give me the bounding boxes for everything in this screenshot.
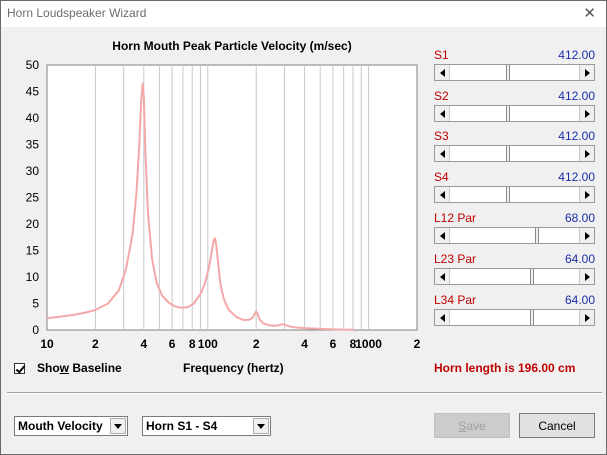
- slider-value: 412.00: [558, 170, 595, 184]
- scroll-right-icon[interactable]: [579, 106, 594, 121]
- x-tick-label: 2: [414, 337, 421, 351]
- scroll-right-icon[interactable]: [579, 146, 594, 161]
- slider-thumb[interactable]: [506, 187, 510, 202]
- x-tick-label: 4: [301, 337, 308, 351]
- show-baseline-checkbox[interactable]: [14, 362, 25, 374]
- wizard-window: Horn Loudspeaker Wizard ✕ Horn Mouth Pea…: [0, 0, 607, 455]
- x-tick-label: 6: [169, 337, 176, 351]
- slider-value: 64.00: [564, 293, 595, 307]
- scroll-right-icon[interactable]: [579, 187, 594, 202]
- slider-track[interactable]: [450, 310, 579, 325]
- slider-label: L34 Par: [434, 293, 477, 307]
- scroll-right-icon[interactable]: [579, 65, 594, 80]
- section-select[interactable]: Horn S1 - S4: [142, 416, 271, 436]
- slider-thumb[interactable]: [506, 146, 510, 161]
- y-tick-label: 30: [26, 164, 40, 178]
- chevron-down-icon[interactable]: [253, 418, 269, 434]
- y-tick-label: 25: [26, 191, 40, 205]
- y-tick-label: 10: [26, 270, 40, 284]
- slider-scrollbar[interactable]: [434, 64, 595, 81]
- slider-track[interactable]: [450, 65, 579, 80]
- scroll-left-icon[interactable]: [435, 269, 450, 284]
- scroll-left-icon[interactable]: [435, 65, 450, 80]
- slider-track[interactable]: [450, 269, 579, 284]
- cancel-button[interactable]: Cancel: [519, 413, 595, 438]
- slider-l34: L34 Par 64.00: [434, 293, 595, 327]
- show-baseline-checkbox-group[interactable]: Show Baseline: [14, 361, 122, 375]
- slider-s3: S3 412.00: [434, 129, 595, 163]
- slider-label: S4: [434, 170, 449, 184]
- slider-l12: L12 Par 68.00: [434, 211, 595, 245]
- chevron-down-icon[interactable]: [110, 418, 126, 434]
- slider-value: 412.00: [558, 89, 595, 103]
- scroll-left-icon[interactable]: [435, 310, 450, 325]
- window-title: Horn Loudspeaker Wizard: [7, 6, 147, 20]
- slider-s2: S2 412.00: [434, 89, 595, 123]
- y-tick-label: 5: [32, 297, 39, 311]
- scroll-left-icon[interactable]: [435, 228, 450, 243]
- y-tick-label: 35: [26, 138, 40, 152]
- slider-thumb[interactable]: [530, 269, 534, 284]
- y-tick-label: 50: [26, 58, 40, 72]
- title-bar: Horn Loudspeaker Wizard ✕: [1, 1, 606, 27]
- x-tick-label: 2: [92, 337, 99, 351]
- slider-scrollbar[interactable]: [434, 227, 595, 244]
- slider-thumb[interactable]: [506, 65, 510, 80]
- slider-label: S2: [434, 89, 449, 103]
- horn-length-text: Horn length is 196.00 cm: [434, 361, 576, 375]
- slider-scrollbar[interactable]: [434, 186, 595, 203]
- slider-track[interactable]: [450, 187, 579, 202]
- scroll-right-icon[interactable]: [579, 310, 594, 325]
- scroll-left-icon[interactable]: [435, 106, 450, 121]
- x-tick-label: 2: [253, 337, 260, 351]
- mode-select[interactable]: Mouth Velocity: [14, 416, 128, 436]
- show-baseline-label[interactable]: Show Baseline: [37, 361, 122, 375]
- scroll-left-icon[interactable]: [435, 146, 450, 161]
- slider-thumb[interactable]: [506, 106, 510, 121]
- slider-scrollbar[interactable]: [434, 309, 595, 326]
- slider-track[interactable]: [450, 228, 579, 243]
- slider-track[interactable]: [450, 146, 579, 161]
- slider-value: 68.00: [564, 211, 595, 225]
- slider-scrollbar[interactable]: [434, 105, 595, 122]
- slider-label: L12 Par: [434, 211, 477, 225]
- mode-select-value: Mouth Velocity: [18, 419, 103, 433]
- slider-s4: S4 412.00: [434, 170, 595, 204]
- y-tick-label: 15: [26, 244, 40, 258]
- y-tick-label: 0: [32, 323, 39, 337]
- slider-track[interactable]: [450, 106, 579, 121]
- scroll-right-icon[interactable]: [579, 228, 594, 243]
- section-select-value: Horn S1 - S4: [146, 419, 218, 433]
- x-tick-label: 4: [140, 337, 147, 351]
- slider-label: L23 Par: [434, 252, 477, 266]
- y-tick-label: 20: [26, 217, 40, 231]
- slider-label: S3: [434, 129, 449, 143]
- save-button[interactable]: Save: [434, 413, 510, 438]
- slider-thumb[interactable]: [535, 228, 539, 243]
- scroll-right-icon[interactable]: [579, 269, 594, 284]
- slider-thumb[interactable]: [530, 310, 534, 325]
- slider-l23: L23 Par 64.00: [434, 252, 595, 286]
- slider-scrollbar[interactable]: [434, 268, 595, 285]
- slider-label: S1: [434, 48, 449, 62]
- x-tick-label: 6: [330, 337, 337, 351]
- x-axis-label: Frequency (hertz): [183, 361, 284, 375]
- close-icon[interactable]: ✕: [583, 4, 596, 22]
- velocity-chart: 0510152025303540455010 2 4 6 8 100 2 4 6 81000 2: [26, 58, 421, 351]
- y-tick-label: 45: [26, 85, 40, 99]
- x-tick-label: 10: [40, 337, 54, 351]
- slider-s1: S1 412.00: [434, 48, 595, 82]
- slider-value: 64.00: [564, 252, 595, 266]
- scroll-left-icon[interactable]: [435, 187, 450, 202]
- x-tick-label: 8: [189, 337, 196, 351]
- slider-value: 412.00: [558, 129, 595, 143]
- divider: [7, 392, 602, 394]
- slider-scrollbar[interactable]: [434, 145, 595, 162]
- y-tick-label: 40: [26, 111, 40, 125]
- x-tick-label: 100: [198, 337, 218, 351]
- x-tick-label: 1000: [355, 337, 382, 351]
- slider-value: 412.00: [558, 48, 595, 62]
